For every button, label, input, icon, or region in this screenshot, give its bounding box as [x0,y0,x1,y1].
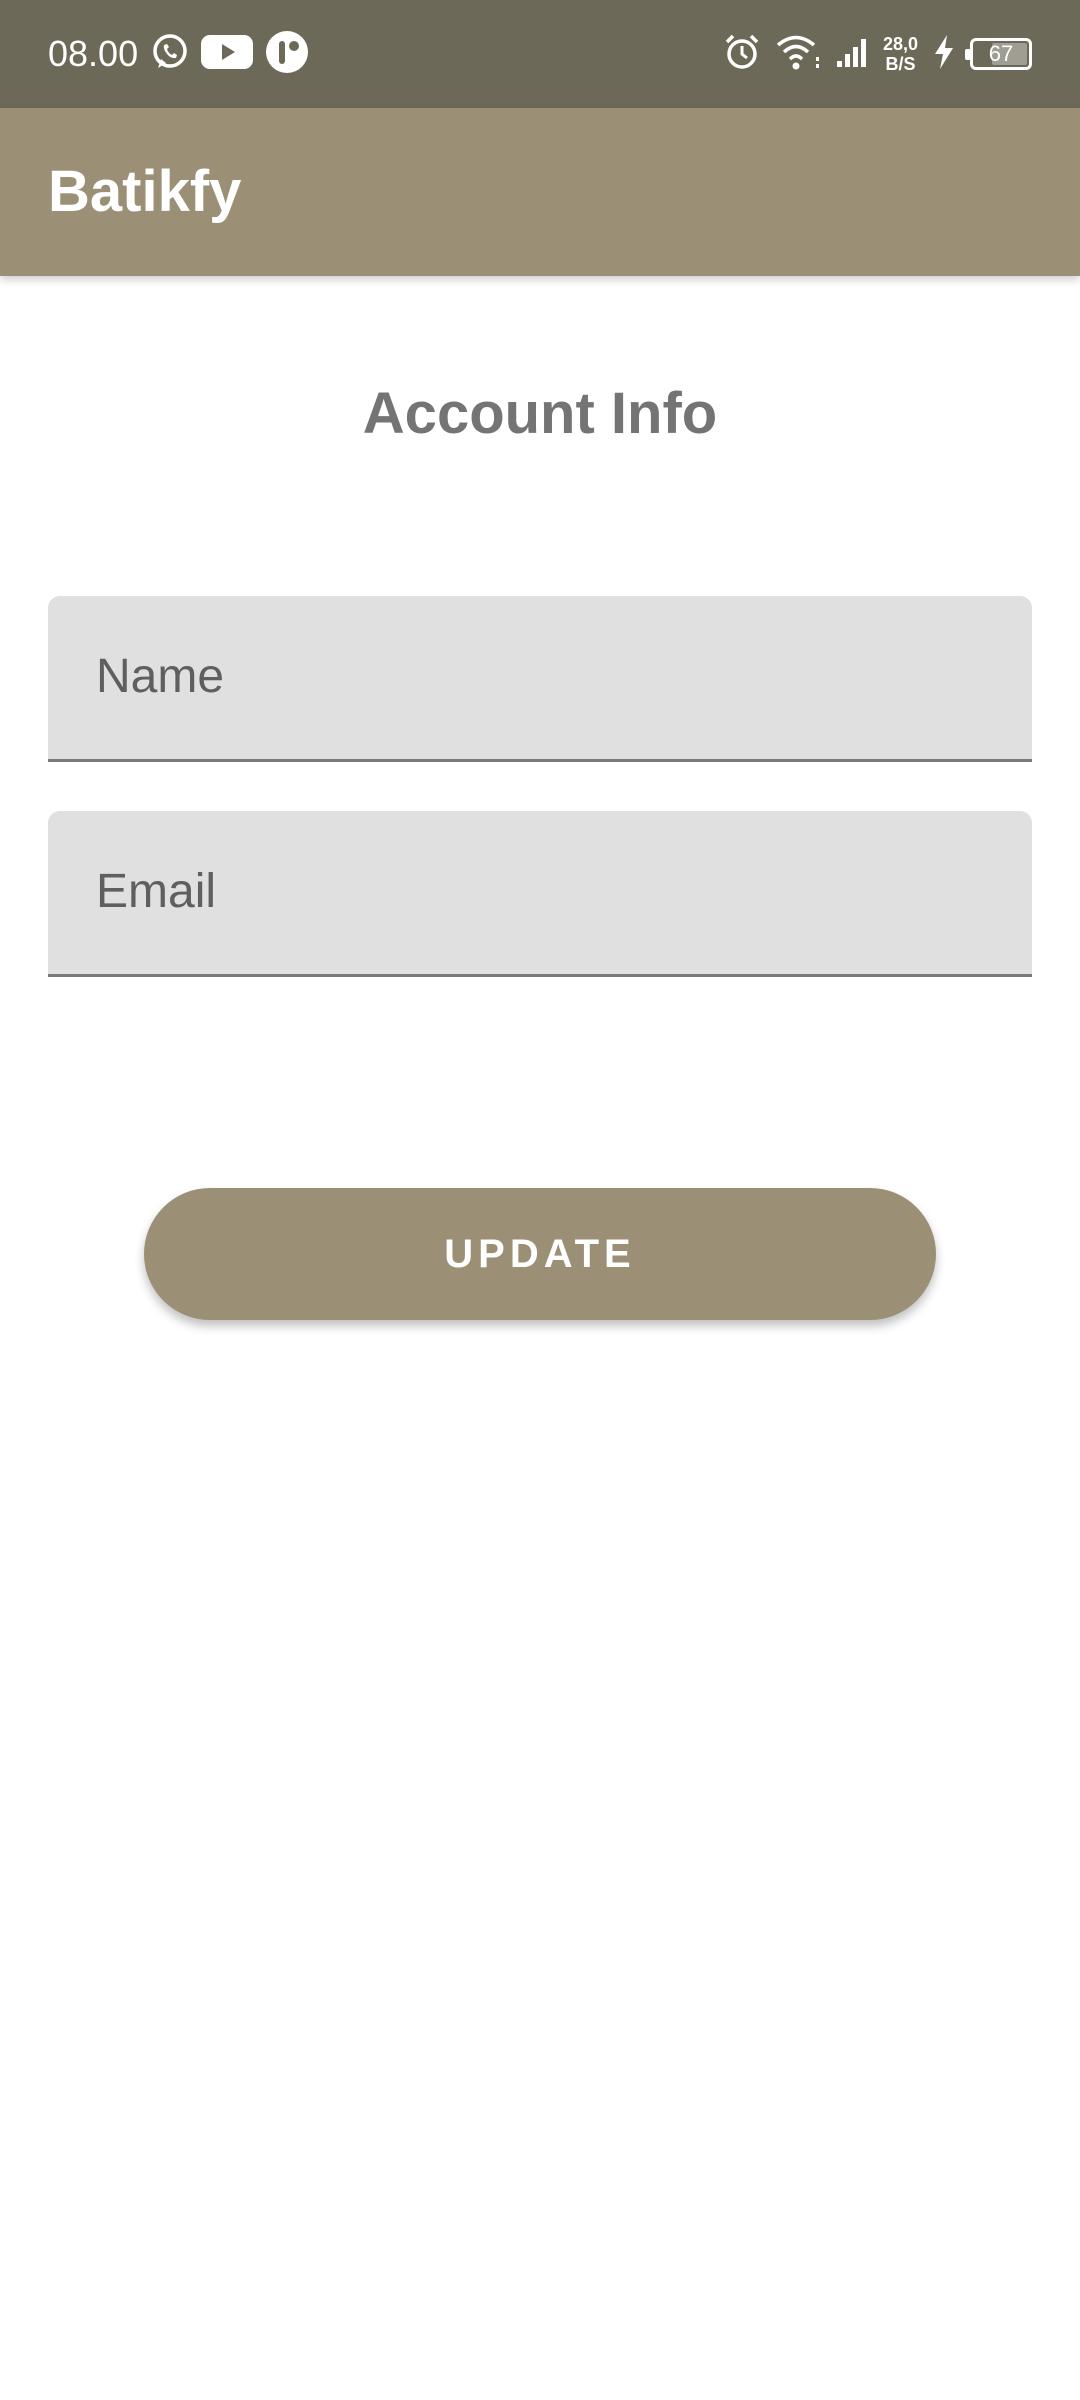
account-info-screen: 08.00 28,0 B/S 67 Batikfy Account Info N… [0,0,1080,2400]
network-speed-unit: B/S [885,54,916,74]
update-button[interactable]: UPDATE [144,1188,936,1320]
status-bar: 08.00 28,0 B/S 67 [0,0,1080,108]
alarm-icon [723,33,761,76]
whatsapp-icon [150,32,190,77]
battery-level: 67 [988,41,1014,66]
charging-icon [932,34,956,75]
wifi-icon [775,33,821,76]
email-input[interactable] [96,811,996,971]
app-title: Batikfy [48,159,242,224]
name-input[interactable] [96,596,996,756]
name-field[interactable] [48,596,1032,762]
page-title: Account Info [362,381,718,446]
signal-icon [835,35,869,74]
youtube-icon [200,32,254,77]
battery-indicator: 67 [965,38,1032,70]
notification-icons [150,30,310,78]
system-status-icons: 28,0 B/S 67 [723,28,1032,80]
network-speed-value: 28,0 [882,34,918,54]
app-notification-icon [264,29,310,80]
status-time: 08.00 [48,33,139,74]
network-speed: 28,0 B/S [883,34,918,74]
app-bar: Batikfy [0,108,1080,276]
email-field[interactable] [48,811,1032,977]
